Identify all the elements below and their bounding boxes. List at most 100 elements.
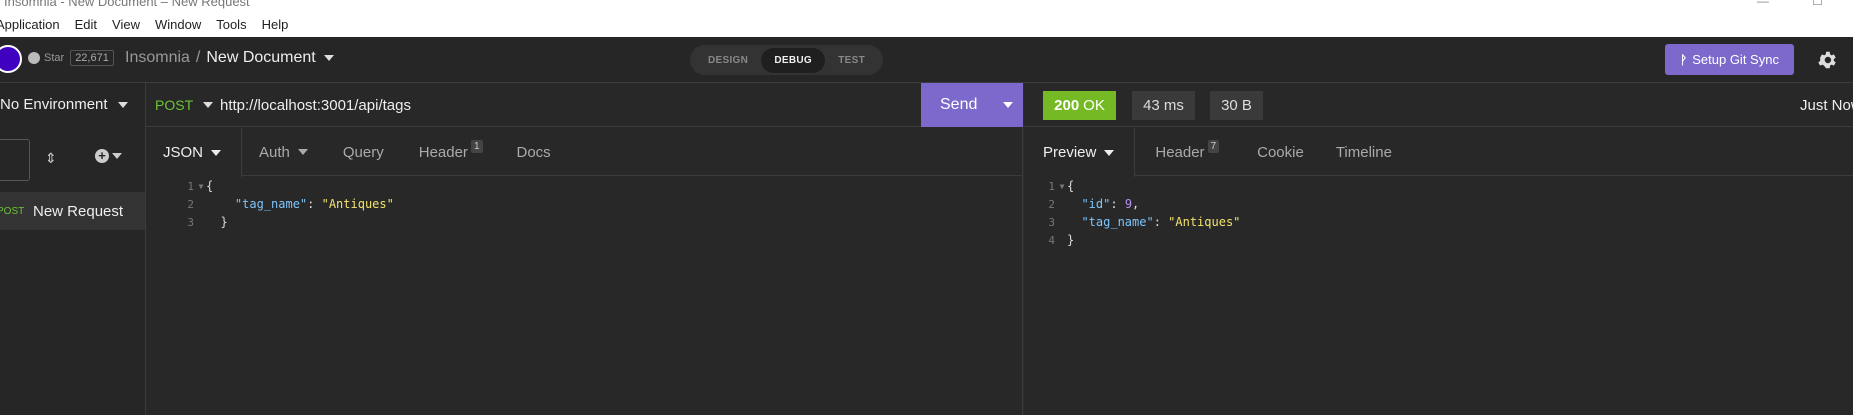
- preview-dropdown-icon: [1104, 149, 1115, 156]
- code-text: }: [1067, 233, 1075, 247]
- request-body-editor[interactable]: 1 ▼ { 2 "tag_name": "Antiques" 3 }: [146, 177, 1022, 231]
- menu-tools[interactable]: Tools: [216, 17, 246, 37]
- document-dropdown-icon[interactable]: [323, 55, 334, 61]
- line-number: 3: [187, 215, 194, 229]
- line-number: 1: [1048, 179, 1055, 193]
- menu-bar: Application Edit View Window Tools Help: [0, 17, 303, 37]
- code-line: 3 }: [146, 213, 1022, 231]
- tab-header-label: Header: [418, 143, 468, 161]
- filter-input[interactable]: [0, 139, 30, 181]
- send-button[interactable]: Send: [921, 83, 1023, 127]
- environment-label: No Environment: [0, 96, 108, 113]
- tab-preview[interactable]: Preview: [1024, 128, 1136, 177]
- response-timestamp[interactable]: Just Now: [1800, 97, 1853, 114]
- method-label: POST: [155, 97, 194, 113]
- code-line: 3 "tag_name": "Antiques": [1024, 213, 1853, 231]
- tab-query[interactable]: Query: [328, 128, 404, 176]
- json-key: "id": [1081, 197, 1111, 211]
- window-controls: — ☐: [1717, 0, 1823, 8]
- body-type-dropdown-icon: [211, 149, 222, 156]
- menu-application[interactable]: Application: [0, 17, 60, 37]
- tab-timeline[interactable]: Timeline: [1324, 128, 1412, 176]
- url-input[interactable]: [220, 92, 920, 118]
- response-body-viewer[interactable]: 1 ▼ { 2 "id": 9, 3 "tag_name": "Antiques…: [1024, 177, 1853, 249]
- settings-gear-icon[interactable]: [1812, 45, 1842, 75]
- line-number: 4: [1048, 233, 1055, 247]
- git-branch-icon: ᚹ: [1680, 52, 1688, 67]
- response-size: 30 B: [1210, 91, 1263, 120]
- response-time: 43 ms: [1132, 91, 1195, 120]
- environment-dropdown-icon: [117, 101, 128, 108]
- tab-json[interactable]: JSON: [146, 128, 243, 177]
- json-string: "Antiques": [1168, 215, 1241, 229]
- response-header-count-badge: 7: [1207, 139, 1220, 153]
- mode-design[interactable]: DESIGN: [695, 48, 761, 73]
- request-pane: POST Send JSON Auth Query Header 1 Docs: [146, 83, 1023, 415]
- breadcrumb-separator: /: [195, 49, 201, 66]
- status-badge: 200 OK: [1043, 91, 1116, 120]
- github-icon: [28, 52, 40, 64]
- maximize-icon[interactable]: ☐: [1812, 0, 1823, 8]
- json-key: "tag_name": [234, 197, 308, 211]
- json-number: 9: [1124, 197, 1133, 211]
- request-method-tag: POST: [0, 205, 25, 217]
- github-star-label: Star: [44, 52, 65, 64]
- tab-timeline-label: Timeline: [1335, 143, 1392, 161]
- fold-icon[interactable]: ▼: [196, 182, 206, 191]
- response-status-bar: 200 OK 43 ms 30 B Just Now: [1024, 83, 1853, 127]
- auth-dropdown-icon: [297, 149, 308, 155]
- code-line: 4 }: [1024, 231, 1853, 249]
- response-pane: 200 OK 43 ms 30 B Just Now Preview Heade…: [1024, 83, 1853, 415]
- sort-icon[interactable]: ⇕: [45, 150, 57, 167]
- line-number: 2: [1048, 197, 1055, 211]
- request-name: New Request: [33, 202, 124, 220]
- line-number: 1: [187, 179, 194, 193]
- code-line: 1 ▼ {: [146, 177, 1022, 195]
- tab-response-header-label: Header: [1155, 143, 1205, 161]
- code-line: 1 ▼ {: [1024, 177, 1853, 195]
- insomnia-logo-icon[interactable]: [0, 45, 22, 73]
- add-request-button[interactable]: +: [95, 149, 122, 163]
- send-label: Send: [940, 96, 978, 113]
- menu-view[interactable]: View: [112, 17, 140, 37]
- tab-auth-label: Auth: [259, 143, 290, 161]
- tab-preview-label: Preview: [1043, 144, 1097, 161]
- status-code: 200: [1054, 97, 1080, 114]
- window-title: Insomnia - New Document – New Request: [4, 0, 250, 9]
- closing-brace: }: [220, 215, 228, 229]
- code-text: "tag_name": "Antiques": [1081, 215, 1241, 229]
- breadcrumb-document[interactable]: New Document: [206, 49, 315, 67]
- send-options-button[interactable]: [993, 83, 1023, 127]
- tab-cookie[interactable]: Cookie: [1239, 128, 1324, 176]
- minimize-icon[interactable]: —: [1757, 0, 1769, 8]
- mode-debug[interactable]: DEBUG: [761, 47, 825, 73]
- code-text: "id": 9,: [1081, 197, 1140, 211]
- code-line: 2 "id": 9,: [1024, 195, 1853, 213]
- tab-docs[interactable]: Docs: [503, 128, 571, 176]
- sidebar-request-item[interactable]: POST New Request: [0, 192, 145, 230]
- mode-test[interactable]: TEST: [825, 48, 878, 73]
- code-text: {: [206, 179, 214, 193]
- menu-window[interactable]: Window: [155, 17, 201, 37]
- breadcrumb-project[interactable]: Insomnia: [125, 49, 190, 67]
- environment-selector[interactable]: No Environment: [0, 96, 128, 113]
- tab-response-header[interactable]: Header 7: [1135, 128, 1239, 176]
- tab-docs-label: Docs: [516, 143, 551, 161]
- menu-help[interactable]: Help: [262, 17, 289, 37]
- fold-icon[interactable]: ▼: [1057, 182, 1067, 191]
- menu-edit[interactable]: Edit: [75, 17, 97, 37]
- method-dropdown-icon: [203, 102, 214, 108]
- json-string: "Antiques": [321, 197, 394, 211]
- setup-git-sync-button[interactable]: ᚹ Setup Git Sync: [1665, 44, 1794, 75]
- tab-header[interactable]: Header 1: [404, 128, 503, 176]
- github-star-widget[interactable]: Star 22,671: [28, 50, 114, 66]
- add-dropdown-icon: [112, 153, 122, 159]
- breadcrumb: Insomnia / New Document: [125, 49, 334, 67]
- tab-auth[interactable]: Auth: [242, 128, 328, 176]
- tab-json-label: JSON: [163, 144, 204, 161]
- method-selector[interactable]: POST: [155, 97, 214, 113]
- git-sync-label: Setup Git Sync: [1692, 52, 1779, 67]
- tab-query-label: Query: [342, 143, 384, 161]
- tab-cookie-label: Cookie: [1257, 143, 1304, 161]
- url-bar: POST Send: [146, 83, 1023, 127]
